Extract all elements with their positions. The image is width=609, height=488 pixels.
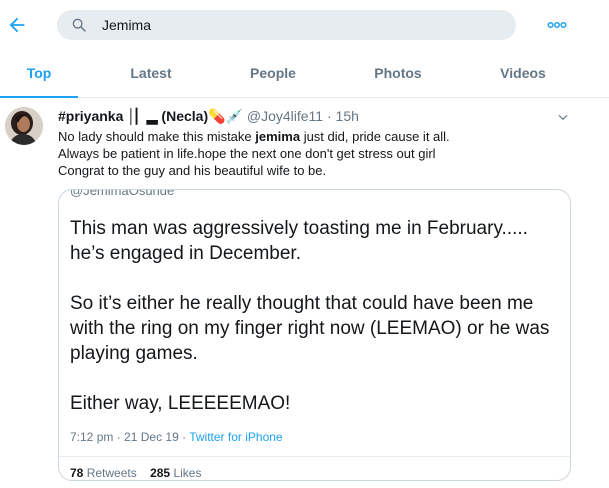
quoted-stats: 78 Retweets 285 Likes — [70, 466, 201, 480]
divider — [59, 456, 570, 457]
tab-latest[interactable]: Latest — [110, 52, 192, 97]
avatar[interactable] — [5, 107, 43, 145]
tab-photos[interactable]: Photos — [357, 52, 439, 97]
quoted-time: 7:12 pm — [70, 430, 114, 444]
tweet[interactable]: #priyanka │▏▂ (Necla)💊💉 @Joy4life11 · 15… — [0, 98, 609, 488]
chevron-down-icon[interactable] — [556, 110, 570, 124]
search-box[interactable] — [57, 10, 516, 40]
tweet-text: No lady should make this mistake jemima … — [58, 128, 578, 179]
tab-videos[interactable]: Videos — [482, 52, 564, 97]
quoted-paragraph: So it’s either he really thought that co… — [70, 293, 550, 364]
tab-label: Videos — [500, 65, 546, 81]
separator-dot: · — [182, 430, 187, 444]
separator-dot: · — [116, 430, 121, 444]
retweets-label: Retweets — [86, 466, 137, 480]
highlighted-keyword: jemima — [255, 129, 301, 144]
top-bar — [0, 0, 609, 52]
avatar-image — [5, 107, 43, 145]
quoted-handle: @JemimaOsunde — [70, 189, 175, 198]
tab-top[interactable]: Top — [0, 52, 78, 98]
tab-label: Photos — [374, 65, 422, 81]
search-input[interactable] — [102, 10, 502, 40]
separator-dot: · — [326, 108, 332, 124]
tab-people[interactable]: People — [232, 52, 314, 97]
tab-label: Latest — [130, 65, 172, 81]
quoted-source-link[interactable]: Twitter for iPhone — [189, 430, 282, 444]
likes-label: Likes — [173, 466, 202, 480]
quoted-paragraph: Either way, LEEEEEMAO! — [70, 393, 291, 414]
likes-count: 285 — [150, 466, 171, 480]
quoted-tweet-card[interactable]: @JemimaOsunde This man was aggressively … — [58, 189, 571, 481]
quoted-text: This man was aggressively toasting me in… — [70, 216, 565, 416]
retweets-count: 78 — [70, 466, 84, 480]
arrow-left-icon[interactable] — [6, 14, 28, 36]
tweet-header: #priyanka │▏▂ (Necla)💊💉 @Joy4life11 · 15… — [58, 108, 359, 126]
tweet-line: Always be patient in life.hope the next … — [58, 146, 436, 161]
more-dots-icon[interactable] — [546, 14, 568, 36]
tweet-line: No lady should make this mistake jemima … — [58, 128, 578, 145]
tab-label: Top — [26, 65, 52, 81]
search-tabs: Top Latest People Photos Videos — [0, 52, 609, 98]
tab-label: People — [250, 65, 296, 81]
display-name[interactable]: #priyanka │▏▂ (Necla)💊💉 — [58, 108, 243, 124]
text-fragment: No lady should make this mistake — [58, 129, 256, 144]
user-handle[interactable]: @Joy4life11 — [247, 108, 323, 124]
tweet-line: Congrat to the guy and his beautiful wif… — [58, 163, 327, 178]
quoted-meta: 7:12 pm · 21 Dec 19 · Twitter for iPhone — [70, 430, 283, 444]
tweet-time[interactable]: 15h — [336, 108, 359, 124]
search-icon — [72, 18, 86, 32]
quoted-paragraph: This man was aggressively toasting me in… — [70, 218, 528, 264]
quoted-date: 21 Dec 19 — [124, 430, 179, 444]
text-fragment: just did, pride cause it all. — [300, 129, 450, 144]
